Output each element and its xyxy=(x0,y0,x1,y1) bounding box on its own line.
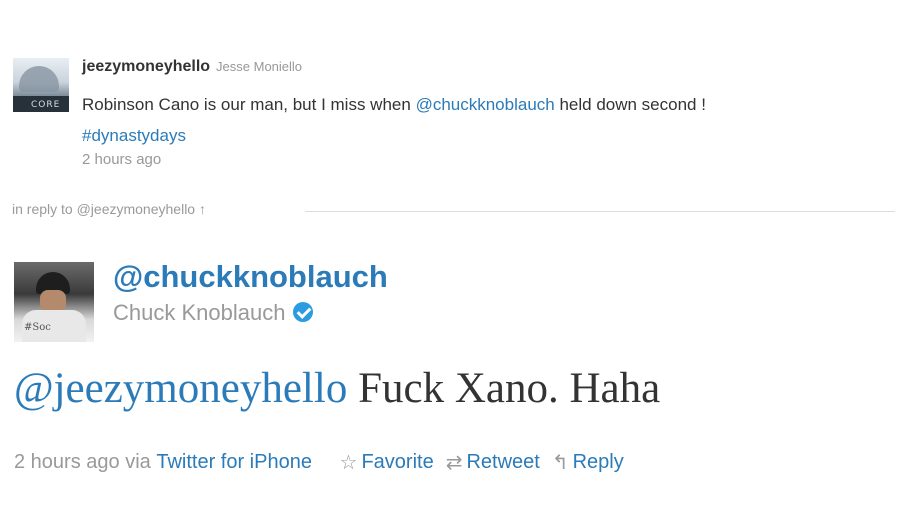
reply-button[interactable]: ↰ Reply xyxy=(551,451,624,474)
in-reply-to-link[interactable]: in reply to @jeezymoneyhello ↑ xyxy=(12,201,206,217)
favorite-button[interactable]: ☆ Favorite xyxy=(339,451,434,474)
tweet-meta: 2 hours ago via Twitter for iPhone ☆ Favo… xyxy=(14,450,624,475)
retweet-button[interactable]: ⇄ Retweet xyxy=(445,451,540,474)
retweet-icon: ⇄ xyxy=(445,452,463,474)
tweet-body: Fuck Xano. Haha xyxy=(347,365,661,412)
retweet-label: Retweet xyxy=(466,451,540,473)
tweet-text: held down second ! xyxy=(554,95,706,114)
tweet-full-name-row: Chuck Knoblauch xyxy=(113,300,314,326)
avatar-caption: #Soc xyxy=(24,322,51,333)
original-full-name: Jesse Moniello xyxy=(216,59,303,74)
mention-link[interactable]: @chuckknoblauch xyxy=(416,95,555,114)
avatar-caption: CORE xyxy=(31,100,61,110)
mention-link[interactable]: @jeezymoneyhello xyxy=(14,365,347,412)
tweet-text: Robinson Cano is our man, but I miss whe… xyxy=(82,95,416,114)
original-tweet-header: jeezymoneyhello Jesse Moniello xyxy=(82,58,302,76)
reply-icon: ↰ xyxy=(551,452,569,474)
original-tweet-text: Robinson Cano is our man, but I miss whe… xyxy=(82,89,897,151)
arrow-up-icon: ↑ xyxy=(198,201,206,217)
original-username[interactable]: jeezymoneyhello xyxy=(82,58,210,75)
in-reply-to-handle[interactable]: @jeezymoneyhello xyxy=(77,201,196,217)
tweet-username[interactable]: @chuckknoblauch xyxy=(113,259,388,295)
original-tweet: CORE jeezymoneyhello Jesse Moniello Robin… xyxy=(0,0,900,190)
original-avatar[interactable]: CORE xyxy=(13,58,69,112)
favorite-label: Favorite xyxy=(361,451,434,473)
tweet-text: @jeezymoneyhello Fuck Xano. Haha xyxy=(14,364,660,413)
via-prefix: via xyxy=(119,451,157,473)
tweet-avatar[interactable]: #Soc xyxy=(14,262,94,342)
reply-label: Reply xyxy=(572,451,624,473)
hashtag-link[interactable]: #dynastydays xyxy=(82,126,186,145)
original-timestamp[interactable]: 2 hours ago xyxy=(82,151,161,168)
tweet-full-name: Chuck Knoblauch xyxy=(113,300,286,325)
verified-badge-icon xyxy=(293,302,314,323)
avatar-shape xyxy=(19,66,59,92)
tweet-timestamp[interactable]: 2 hours ago xyxy=(14,451,120,473)
avatar-shape xyxy=(40,290,66,312)
in-reply-to-prefix: in reply to xyxy=(12,201,77,217)
divider xyxy=(305,211,895,212)
in-reply-to-bar: in reply to @jeezymoneyhello ↑ xyxy=(0,198,900,224)
star-icon: ☆ xyxy=(339,452,358,474)
source-link[interactable]: Twitter for iPhone xyxy=(156,451,312,473)
